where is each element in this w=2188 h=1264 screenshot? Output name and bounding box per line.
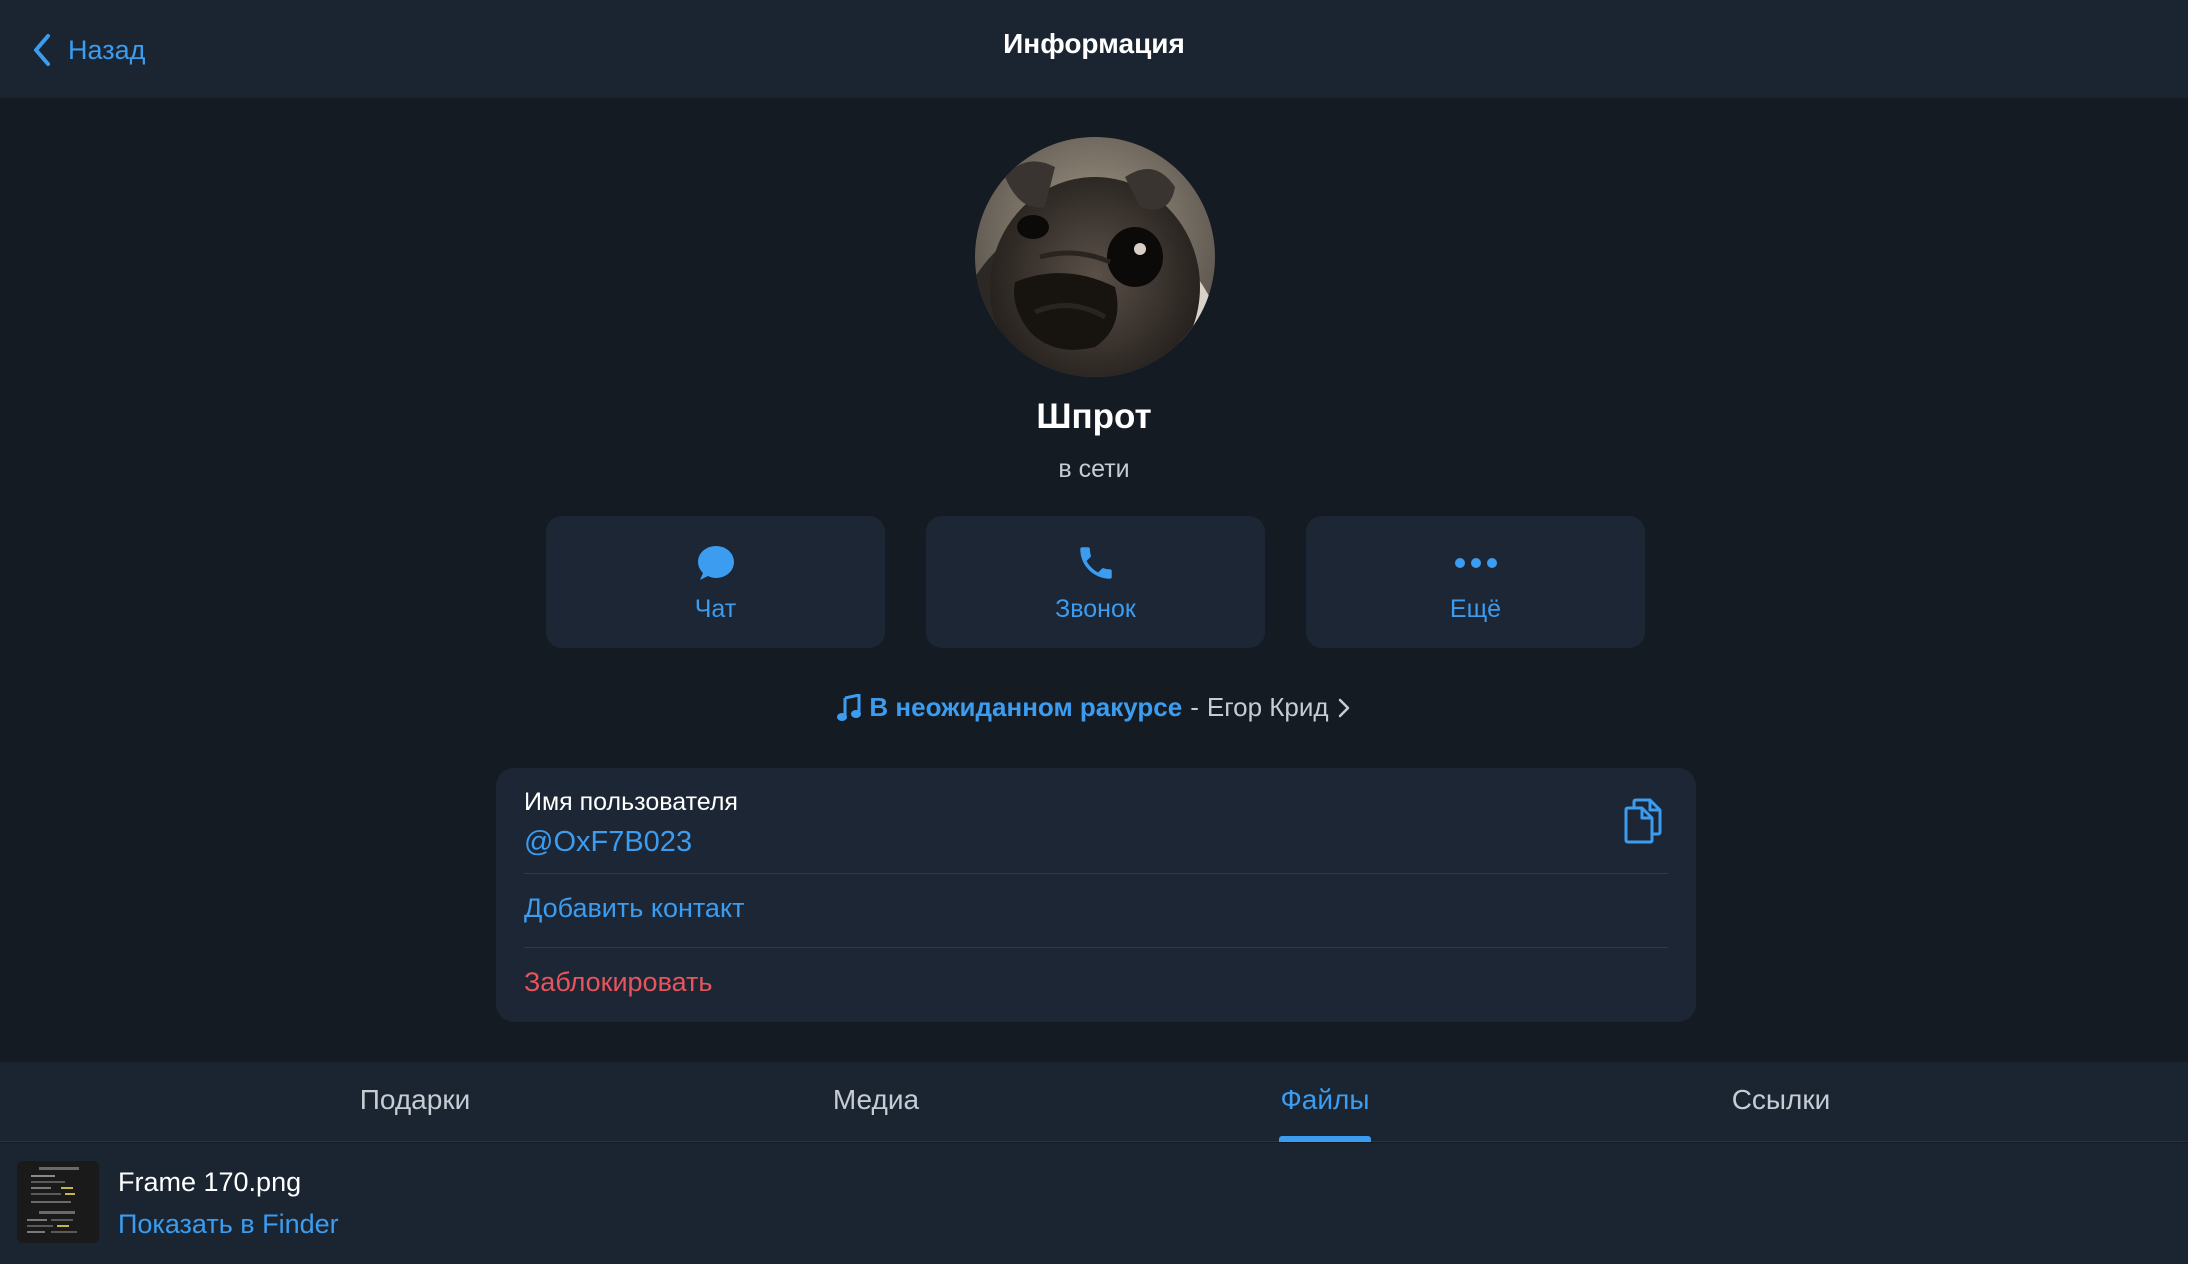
username-value[interactable]: @OxF7B023	[524, 826, 692, 859]
tab-bar: Подарки Медиа Файлы Ссылки	[0, 1062, 2188, 1142]
block-button[interactable]: Заблокировать	[524, 967, 712, 998]
music-status[interactable]: В неожиданном ракурсе - Егор Крид	[0, 692, 2188, 723]
copy-icon[interactable]	[1622, 798, 1664, 844]
pug-avatar-image	[975, 137, 1215, 377]
chat-button[interactable]: Чат	[546, 516, 885, 648]
call-button[interactable]: Звонок	[926, 516, 1265, 648]
chevron-right-icon	[1338, 698, 1349, 717]
tab-gifts[interactable]: Подарки	[360, 1084, 470, 1116]
divider	[524, 873, 1668, 874]
tab-files[interactable]: Файлы	[1281, 1084, 1370, 1116]
page-title: Информация	[1003, 28, 1185, 59]
tab-media[interactable]: Медиа	[833, 1084, 919, 1116]
music-note-icon	[837, 693, 862, 721]
music-artist: Егор Крид	[1206, 692, 1329, 722]
more-button[interactable]: Ещё	[1306, 516, 1645, 648]
divider	[524, 947, 1668, 948]
add-contact-button[interactable]: Добавить контакт	[524, 893, 744, 924]
music-track: В неожиданном ракурсе	[869, 692, 1183, 722]
call-label: Звонок	[1055, 594, 1136, 623]
files-list: Frame 170.png Показать в Finder	[0, 1143, 2188, 1264]
profile-status: в сети	[1058, 455, 1130, 483]
active-tab-indicator	[1279, 1136, 1371, 1142]
phone-icon	[1074, 541, 1118, 585]
show-in-finder-link[interactable]: Показать в Finder	[118, 1209, 339, 1240]
info-card: Имя пользователя @OxF7B023 Добавить конт…	[496, 768, 1696, 1022]
tab-links[interactable]: Ссылки	[1732, 1084, 1831, 1116]
avatar[interactable]	[975, 137, 1215, 377]
more-label: Ещё	[1449, 594, 1502, 623]
profile-name: Шпрот	[1036, 397, 1152, 436]
chat-label: Чат	[694, 594, 737, 623]
chat-bubble-icon	[694, 541, 738, 585]
more-dots-icon	[1454, 541, 1498, 585]
file-thumbnail	[17, 1161, 99, 1243]
file-name: Frame 170.png	[118, 1167, 302, 1197]
music-separator: -	[1190, 692, 1199, 722]
top-bar: Назад Информация	[0, 0, 2188, 98]
username-label: Имя пользователя	[524, 788, 738, 816]
